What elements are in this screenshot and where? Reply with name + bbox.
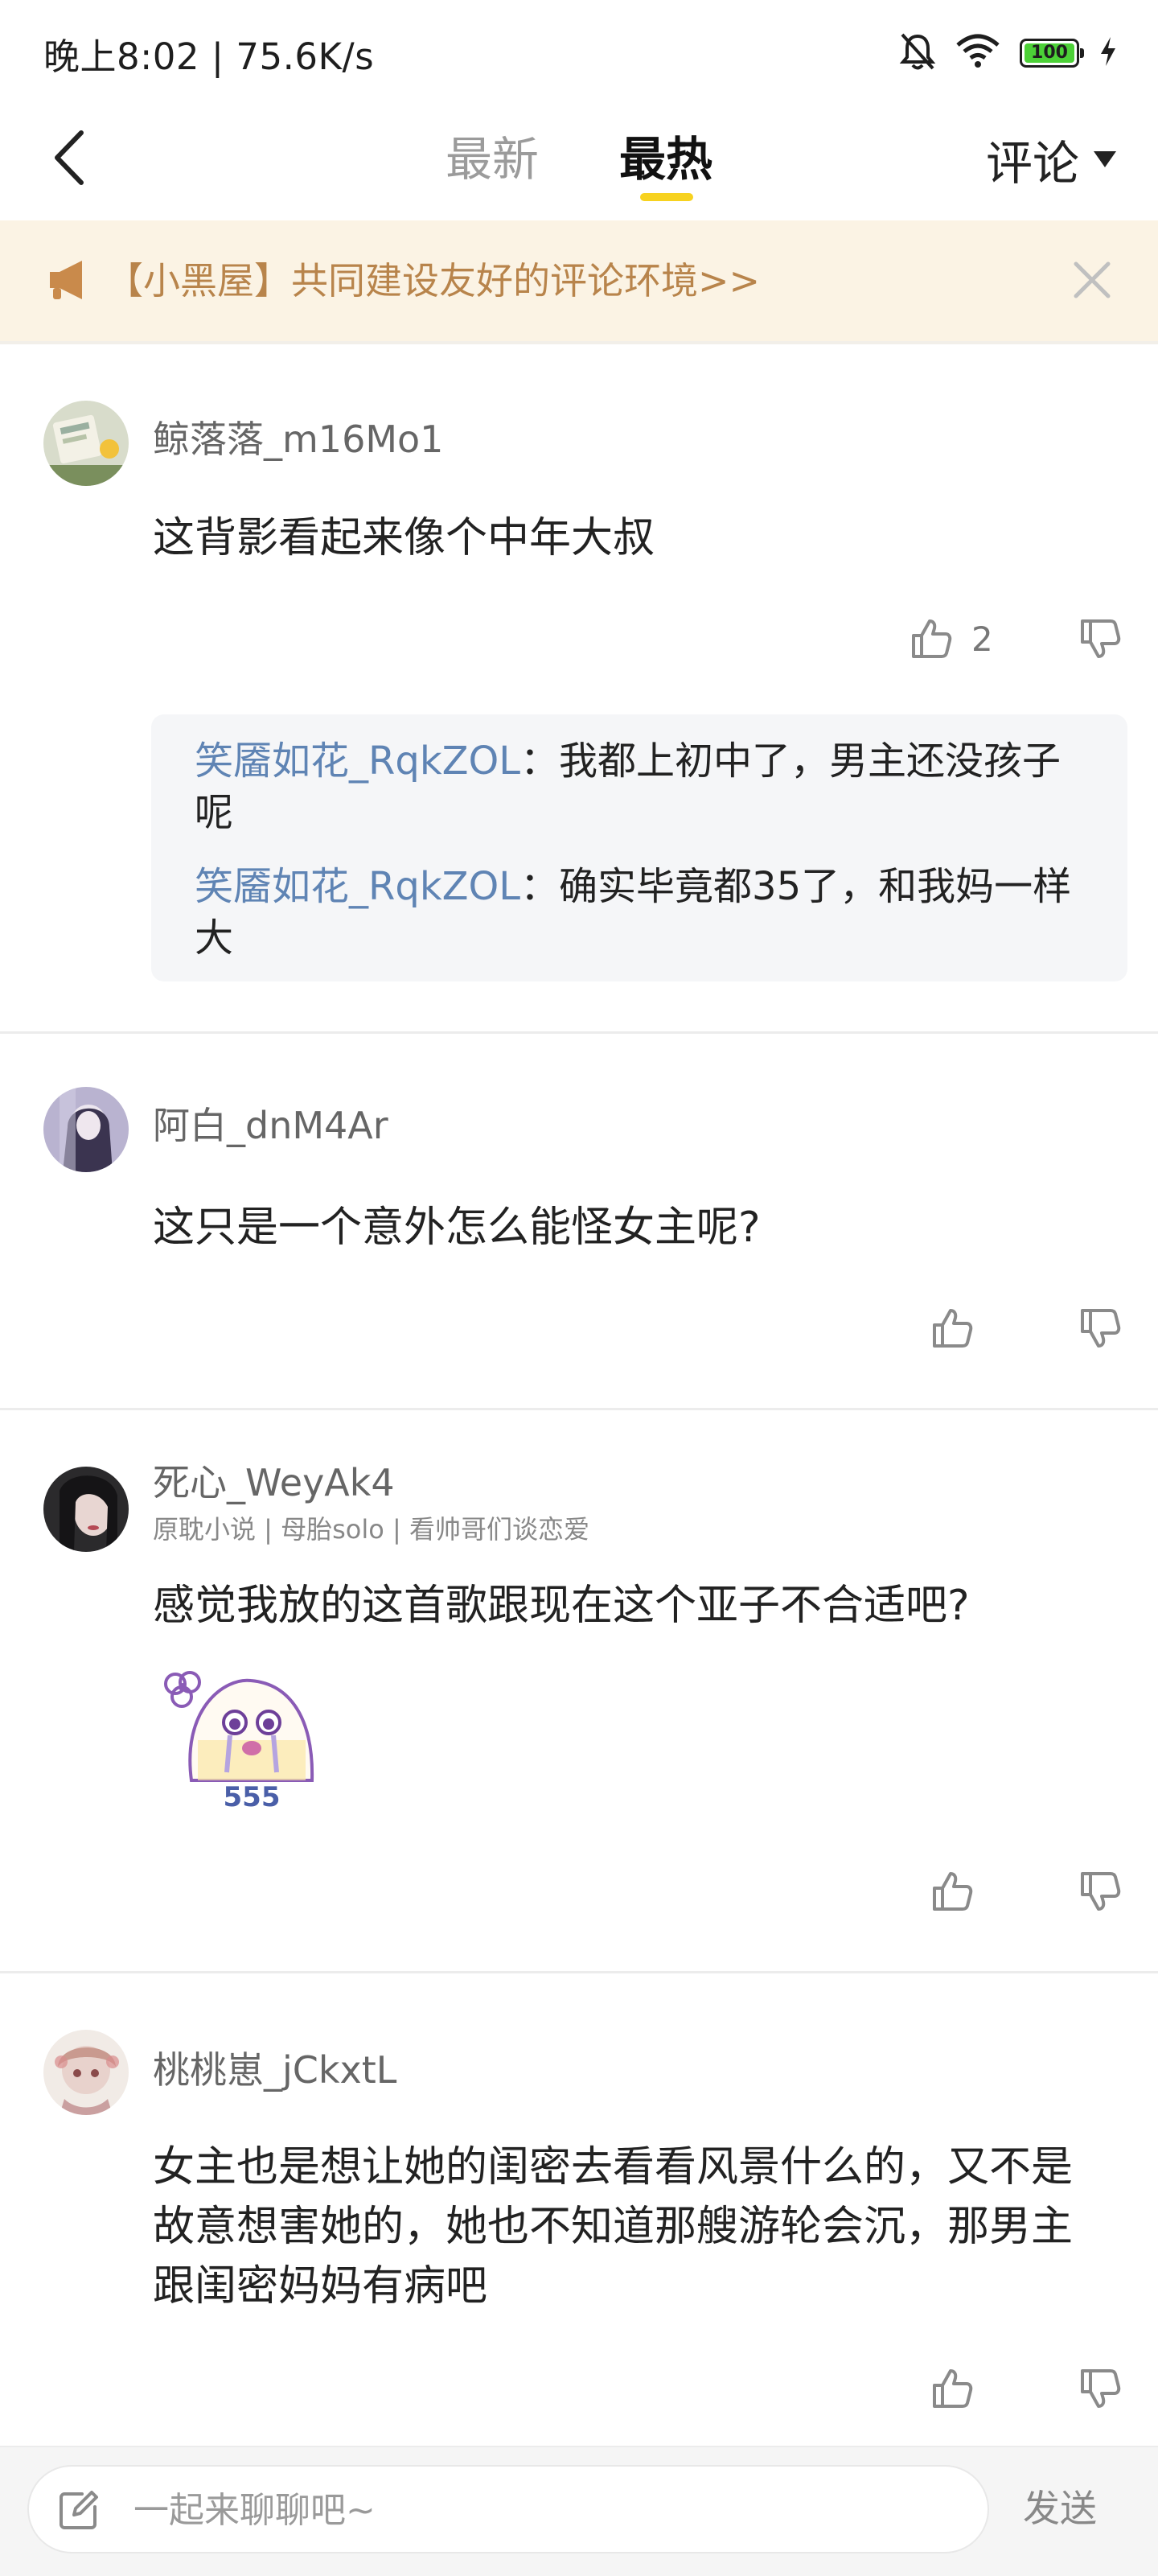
notice-banner[interactable]: 【小黑屋】共同建设友好的评论环境>> [0, 220, 1158, 344]
dislike-button[interactable] [1078, 1866, 1123, 1917]
comment-type-dropdown[interactable]: 评论 [986, 127, 1116, 191]
reply-item[interactable]: 笑靥如花_RqkZOL：确实毕竟都35了，和我妈一样大 [195, 861, 1084, 964]
thumbs-down-icon [1081, 2369, 1121, 2408]
mute-bell-icon [899, 31, 936, 75]
thumbs-down-icon [1081, 619, 1121, 658]
thumbs-up-icon [933, 2369, 973, 2408]
like-button[interactable] [930, 2363, 975, 2414]
dislike-button[interactable] [1078, 613, 1123, 665]
comment-item: 桃桃崽_jCkxtL 女主也是想让她的闺密去看看风景什么的，又不是故意想害她的，… [0, 1973, 1158, 2446]
reply-author[interactable]: 笑靥如花_RqkZOL [195, 864, 520, 909]
comment-input[interactable] [132, 2484, 971, 2536]
battery-icon: 100 [1020, 39, 1084, 68]
like-button[interactable] [930, 1302, 975, 1354]
like-count: 2 [971, 619, 993, 659]
comment-item: 鲸落落_m16Mo1 这背影看起来像个中年大叔 2 笑靥如花_RqkZOL：我都… [0, 344, 1158, 1034]
thumbs-down-icon [1081, 1309, 1121, 1348]
avatar[interactable] [43, 401, 129, 486]
dropdown-arrow-icon [1094, 151, 1116, 167]
edit-icon [60, 2491, 98, 2529]
dislike-button[interactable] [1078, 1302, 1123, 1354]
wifi-icon [955, 34, 1000, 72]
dislike-button[interactable] [1078, 2363, 1123, 2414]
comment-item: 死心_WeyAk4 原耽小说 | 母胎solo | 看帅哥们谈恋爱 感觉我放的这… [0, 1410, 1158, 1973]
sticker-caption: 555 [224, 1781, 281, 1813]
username[interactable]: 阿白_dnM4Ar [153, 1101, 388, 1150]
reply-separator: ： [520, 864, 560, 909]
reply-separator: ： [520, 739, 560, 784]
comment-text: 这只是一个意外怎么能怪女主呢? [153, 1204, 761, 1252]
send-button[interactable]: 发送 [1023, 2483, 1097, 2534]
status-bar: 晚上8:02 | 75.6K/s 100 [0, 0, 1158, 103]
thumbs-up-icon [933, 1309, 973, 1348]
close-icon[interactable] [1068, 256, 1116, 304]
avatar[interactable] [43, 1087, 129, 1172]
active-tab-indicator [640, 193, 693, 201]
username[interactable]: 桃桃崽_jCkxtL [153, 2046, 396, 2094]
charging-icon [1098, 35, 1118, 71]
sort-tabs: 最新 最热 [0, 103, 1158, 220]
status-icons: 100 [899, 32, 1118, 74]
comment-item: 阿白_dnM4Ar 这只是一个意外怎么能怪女主呢? [0, 1034, 1158, 1410]
top-nav: 最新 最热 评论 [0, 103, 1158, 220]
username[interactable]: 鲸落落_m16Mo1 [153, 415, 443, 463]
tab-latest[interactable]: 最新 [446, 127, 539, 191]
notice-text: 【小黑屋】共同建设友好的评论环境>> [106, 259, 761, 302]
comment-text: 这背影看起来像个中年大叔 [153, 514, 655, 562]
battery-level: 100 [1025, 43, 1074, 63]
thumbs-up-icon [912, 619, 952, 658]
avatar[interactable] [43, 1467, 129, 1552]
comment-text: 女主也是想让她的闺密去看看风景什么的，又不是故意想害她的，她也不知道那艘游轮会沉… [153, 2143, 1074, 2311]
thumbs-down-icon [1081, 1872, 1121, 1911]
reply-list: 笑靥如花_RqkZOL：我都上初中了，男主还没孩子呢 笑靥如花_RqkZOL：确… [151, 714, 1127, 981]
status-time-speed: 晚上8:02 | 75.6K/s [43, 35, 375, 78]
flower-icon [164, 1671, 201, 1708]
reply-author[interactable]: 笑靥如花_RqkZOL [195, 739, 520, 784]
comment-input-box[interactable] [27, 2465, 989, 2553]
comment-type-label: 评论 [985, 136, 1079, 191]
like-button[interactable]: 2 [909, 613, 993, 665]
reply-item[interactable]: 笑靥如花_RqkZOL：我都上初中了，男主还没孩子呢 [195, 735, 1084, 838]
tab-hot[interactable]: 最热 [619, 127, 712, 191]
comment-text: 感觉我放的这首歌跟现在这个亚子不合适吧? [153, 1582, 970, 1630]
megaphone-icon [50, 261, 82, 299]
avatar[interactable] [43, 2030, 129, 2115]
username[interactable]: 死心_WeyAk4 [153, 1459, 395, 1507]
like-button[interactable] [930, 1866, 975, 1917]
comment-composer: 发送 [0, 2446, 1158, 2576]
sticker-image[interactable]: 555 [153, 1660, 322, 1813]
user-tags: 原耽小说 | 母胎solo | 看帅哥们谈恋爱 [153, 1514, 589, 1545]
thumbs-up-icon [933, 1872, 973, 1911]
